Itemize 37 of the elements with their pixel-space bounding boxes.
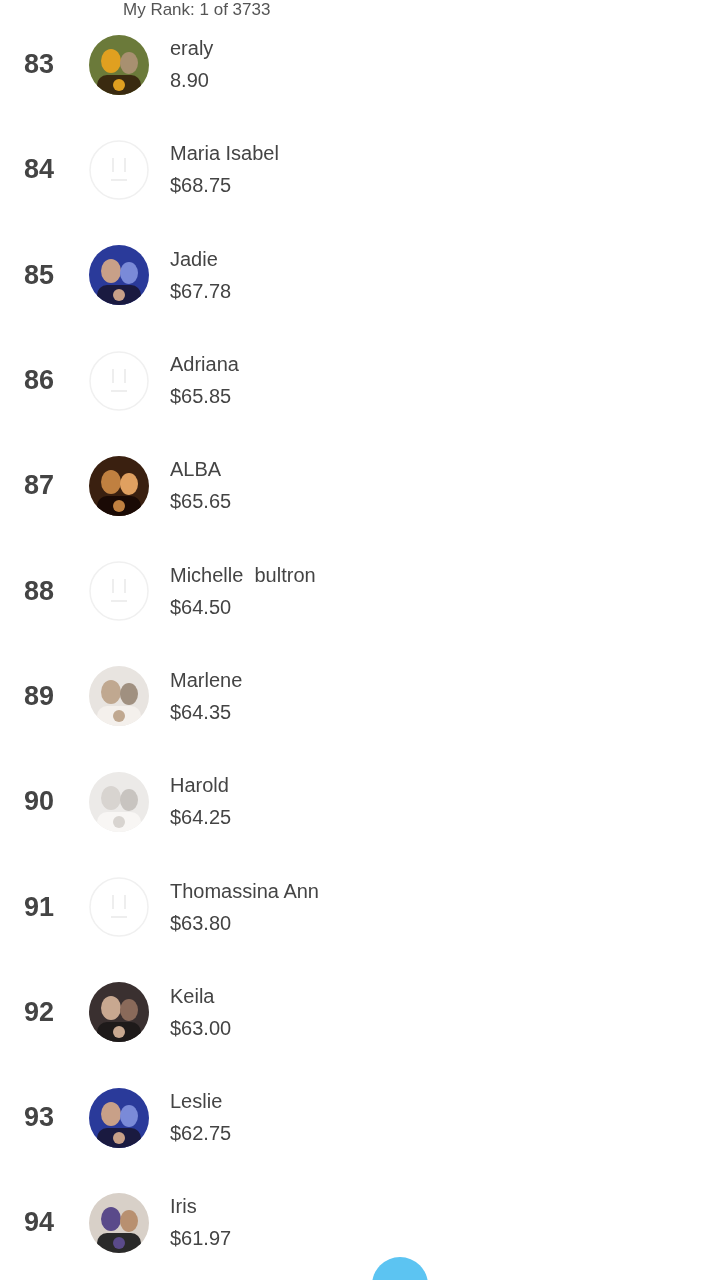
- earnings-amount: 8.90: [170, 69, 210, 93]
- user-name: Adriana: [170, 353, 239, 377]
- rank-number: 84: [23, 154, 56, 186]
- user-name: eraly: [170, 37, 214, 61]
- earnings-amount: $62.75: [170, 1122, 232, 1146]
- user-name: Jadie: [170, 247, 219, 271]
- user-name: Michelle bultron: [170, 563, 316, 587]
- user-name: Harold: [170, 774, 230, 798]
- rank-number: 89: [23, 680, 56, 712]
- earnings-amount: $65.85: [170, 385, 233, 409]
- rank-number: 88: [23, 575, 56, 607]
- rank-number: 85: [23, 259, 56, 291]
- rank-number: 93: [23, 1102, 56, 1134]
- earnings-amount: $63.80: [170, 911, 233, 935]
- earnings-amount: $61.97: [170, 1227, 232, 1251]
- earnings-amount: $63.00: [170, 1016, 232, 1040]
- user-name: Marlene: [170, 668, 243, 692]
- rank-number: 92: [23, 996, 56, 1028]
- earnings-amount: $65.65: [170, 490, 232, 514]
- user-name: Thomassina Ann: [170, 879, 319, 903]
- rank-number: 87: [23, 470, 56, 502]
- earnings-amount: $68.75: [170, 174, 233, 198]
- rank-number: 91: [23, 891, 56, 923]
- user-name: Leslie: [170, 1090, 224, 1114]
- rank-number: 90: [23, 786, 56, 818]
- user-name: Maria Isabel: [170, 142, 279, 166]
- rank-number: 86: [23, 365, 56, 397]
- earnings-amount: $64.50: [170, 595, 233, 619]
- user-name: Iris: [170, 1195, 198, 1219]
- earnings-amount: $67.78: [170, 279, 232, 303]
- user-name: ALBA: [170, 458, 223, 482]
- rank-number: 83: [23, 49, 56, 81]
- earnings-amount: $64.25: [170, 806, 232, 830]
- rank-summary: My Rank: 1 of 3733: [123, 0, 272, 19]
- earnings-amount: $64.35: [170, 700, 233, 724]
- user-name: Keila: [170, 984, 216, 1008]
- rank-number: 94: [23, 1207, 56, 1239]
